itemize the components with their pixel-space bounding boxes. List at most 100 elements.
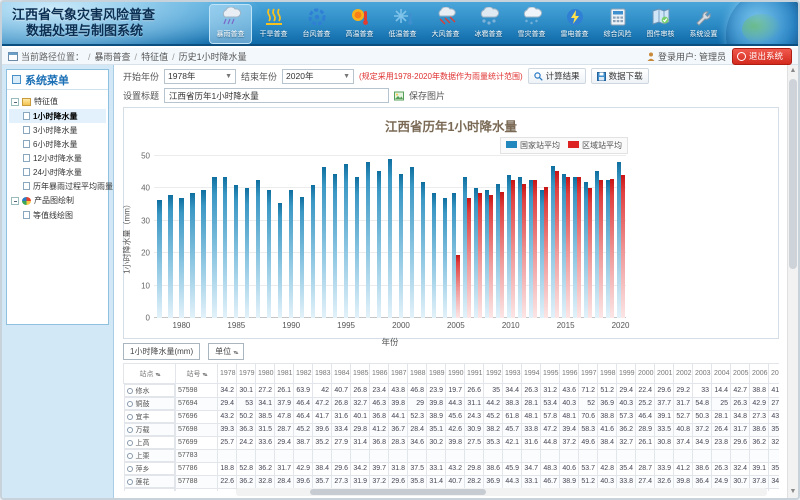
- col-header-year-1986[interactable]: 1986: [370, 364, 389, 384]
- station-name-cell[interactable]: 宜丰: [124, 410, 176, 423]
- bar-national-1984[interactable]: [223, 177, 227, 318]
- radio-icon[interactable]: [127, 440, 133, 446]
- nav-item-rain-cloud[interactable]: 暴雨普查: [210, 5, 251, 43]
- start-year-select[interactable]: 1978年▼: [164, 69, 236, 84]
- tree-item-历年暴雨过程平均雨量[interactable]: 历年暴雨过程平均雨量: [9, 179, 106, 193]
- bar-national-1988[interactable]: [267, 190, 271, 318]
- bar-national-1990[interactable]: [289, 190, 293, 318]
- bar-regional-2020[interactable]: [621, 175, 625, 318]
- bar-national-1983[interactable]: [212, 177, 216, 318]
- bar-national-1992[interactable]: [311, 185, 315, 318]
- col-header-year-1994[interactable]: 1994: [522, 364, 541, 384]
- bar-regional-2009[interactable]: [500, 192, 504, 318]
- radio-icon[interactable]: [127, 453, 133, 459]
- tree-item-6小时降水量[interactable]: 6小时降水量: [9, 137, 106, 151]
- bar-national-2004[interactable]: [443, 198, 447, 318]
- table-row[interactable]: 铜鼓5769429.45334.137.946.447.226.832.746.…: [124, 397, 780, 410]
- vscroll-thumb[interactable]: [789, 79, 797, 269]
- nav-item-drought-heat[interactable]: 干旱普查: [253, 5, 294, 43]
- bar-national-1993[interactable]: [322, 167, 326, 318]
- col-header-year-2005[interactable]: 2005: [731, 364, 750, 384]
- bar-national-1998[interactable]: [377, 171, 381, 318]
- table-row[interactable]: 莲花5778822.636.232.828.439.635.727.331.93…: [124, 475, 780, 488]
- end-year-select[interactable]: 2020年▼: [282, 69, 354, 84]
- nav-item-lightning[interactable]: 雷电普查: [554, 5, 595, 43]
- bar-national-1995[interactable]: [344, 164, 348, 318]
- col-header-year-1989[interactable]: 1989: [427, 364, 446, 384]
- col-header-year-1981[interactable]: 1981: [275, 364, 294, 384]
- unit-filter[interactable]: 单位 ▾▴: [208, 343, 244, 360]
- bar-national-1996[interactable]: [355, 177, 359, 318]
- station-name-cell[interactable]: 上高: [124, 436, 176, 449]
- chart-title-input[interactable]: 江西省历年1小时降水量: [164, 88, 389, 103]
- table-row[interactable]: 上高5769925.724.233.629.438.735.227.931.43…: [124, 436, 780, 449]
- bar-national-1994[interactable]: [333, 174, 337, 318]
- bar-national-1985[interactable]: [234, 185, 238, 318]
- tree-item-1小时降水量[interactable]: 1小时降水量: [9, 109, 106, 123]
- nav-item-map-review[interactable]: 图件审核: [640, 5, 681, 43]
- tree-item-等值线绘图[interactable]: 等值线绘图: [9, 208, 106, 222]
- col-header-year-2007[interactable]: 2007: [769, 364, 780, 384]
- table-metric-chip[interactable]: 1小时降水量(mm): [123, 343, 200, 360]
- save-image-button[interactable]: 保存图片: [409, 89, 445, 102]
- station-name-cell[interactable]: 萍乡: [124, 462, 176, 475]
- table-row[interactable]: 万载5769839.336.331.528.745.239.633.429.84…: [124, 423, 780, 436]
- bar-national-1997[interactable]: [366, 162, 370, 318]
- col-header-year-1999[interactable]: 1999: [617, 364, 636, 384]
- col-header-year-1990[interactable]: 1990: [446, 364, 465, 384]
- col-header-station-id[interactable]: 站号 ▾▴: [176, 364, 218, 384]
- radio-icon[interactable]: [127, 401, 133, 407]
- bar-regional-2019[interactable]: [610, 179, 614, 318]
- bar-national-1999[interactable]: [388, 159, 392, 318]
- bar-regional-2006[interactable]: [467, 198, 471, 318]
- radio-icon[interactable]: [127, 427, 133, 433]
- col-header-year-1988[interactable]: 1988: [408, 364, 427, 384]
- bar-national-1987[interactable]: [256, 180, 260, 318]
- scroll-up-arrow[interactable]: ▲: [788, 65, 798, 77]
- col-header-year-1983[interactable]: 1983: [313, 364, 332, 384]
- nav-item-typhoon[interactable]: 台风普查: [296, 5, 337, 43]
- vertical-scrollbar[interactable]: ▲ ▼: [787, 65, 798, 498]
- bar-national-1979[interactable]: [168, 195, 172, 318]
- bar-national-1986[interactable]: [245, 188, 249, 318]
- breadcrumb-item[interactable]: 暴雨普查: [95, 52, 131, 62]
- station-name-cell[interactable]: 修水: [124, 384, 176, 397]
- tree-expander-icon[interactable]: [11, 197, 19, 205]
- bar-national-1989[interactable]: [278, 203, 282, 318]
- station-name-cell[interactable]: 万载: [124, 423, 176, 436]
- radio-icon[interactable]: [127, 388, 133, 394]
- col-header-year-1984[interactable]: 1984: [332, 364, 351, 384]
- bar-regional-2016[interactable]: [577, 177, 581, 318]
- bar-national-1980[interactable]: [179, 198, 183, 318]
- nav-item-risk-calc[interactable]: 综合风险: [597, 5, 638, 43]
- tree-group-1[interactable]: 产品图绘制: [9, 193, 106, 208]
- bar-regional-2010[interactable]: [511, 180, 515, 318]
- bar-regional-2015[interactable]: [566, 177, 570, 318]
- col-header-year-1993[interactable]: 1993: [503, 364, 522, 384]
- col-header-year-1982[interactable]: 1982: [294, 364, 313, 384]
- col-header-year-1995[interactable]: 1995: [541, 364, 560, 384]
- radio-icon[interactable]: [127, 466, 133, 472]
- col-header-year-1992[interactable]: 1992: [484, 364, 503, 384]
- logout-button[interactable]: 退出系统: [732, 48, 792, 65]
- bar-regional-2013[interactable]: [544, 187, 548, 318]
- bar-regional-2008[interactable]: [489, 195, 493, 318]
- bar-regional-2007[interactable]: [478, 193, 482, 318]
- bar-regional-2011[interactable]: [522, 184, 526, 318]
- breadcrumb-item[interactable]: 历史1小时降水量: [179, 52, 247, 62]
- table-row[interactable]: 修水5759834.230.127.226.163.94240.726.823.…: [124, 384, 780, 398]
- radio-icon[interactable]: [127, 479, 133, 485]
- station-name-cell[interactable]: 上栗: [124, 449, 176, 462]
- nav-item-hail[interactable]: 冰雹普查: [468, 5, 509, 43]
- nav-item-low-temp[interactable]: 低温普查: [382, 5, 423, 43]
- table-row[interactable]: 宜丰5769643.250.238.547.846.441.731.640.13…: [124, 410, 780, 423]
- bar-national-2000[interactable]: [399, 174, 403, 318]
- col-header-year-2006[interactable]: 2006: [750, 364, 769, 384]
- table-row[interactable]: 上栗57783: [124, 449, 780, 462]
- station-name-cell[interactable]: 铜鼓: [124, 397, 176, 410]
- col-header-year-1997[interactable]: 1997: [579, 364, 598, 384]
- bar-regional-2017[interactable]: [588, 188, 592, 318]
- col-header-year-1996[interactable]: 1996: [560, 364, 579, 384]
- tree-expander-icon[interactable]: [11, 98, 19, 106]
- col-header-station[interactable]: 站点 ▾▴: [124, 364, 176, 384]
